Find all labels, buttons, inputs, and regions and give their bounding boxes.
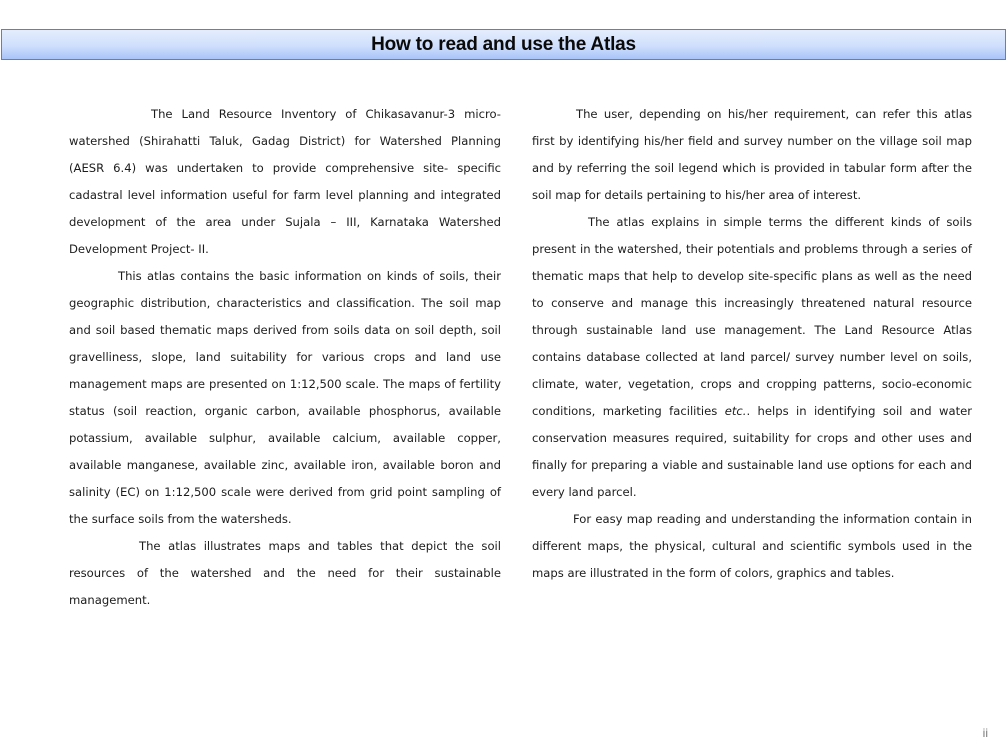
page-title: How to read and use the Atlas (371, 33, 636, 55)
paragraph-atlas-explains: The atlas explains in simple terms the d… (532, 209, 972, 506)
title-banner: How to read and use the Atlas (1, 29, 1006, 60)
right-column: The user, depending on his/her requireme… (532, 101, 972, 587)
etc-italic: etc. (724, 404, 747, 418)
paragraph-atlas-contents: This atlas contains the basic informatio… (69, 269, 501, 526)
atlas-explains-continued: . helps in identifying soil and water co… (532, 404, 973, 499)
paragraph-map-reading: For easy map reading and understanding t… (532, 512, 972, 580)
left-column: The Land Resource Inventory of Chikasava… (69, 101, 501, 614)
atlas-explains-text: The atlas explains in simple terms the d… (532, 215, 972, 418)
page-number: ii (982, 726, 988, 740)
paragraph-atlas-illustrates: The atlas illustrates maps and tables th… (69, 539, 501, 607)
paragraph-user-guidance: The user, depending on his/her requireme… (532, 107, 972, 202)
paragraph-intro: The Land Resource Inventory of Chikasava… (69, 107, 501, 256)
